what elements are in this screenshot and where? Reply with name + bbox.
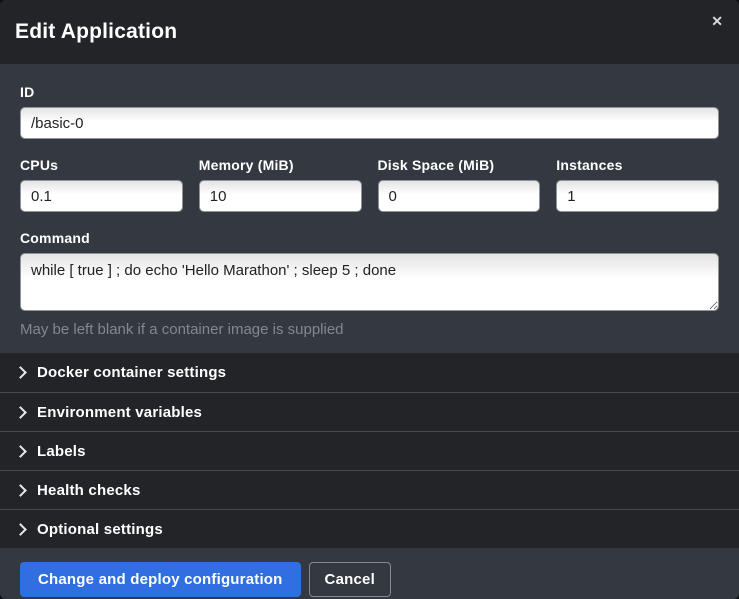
chevron-right-icon (14, 484, 27, 497)
edit-application-modal: Edit Application ✕ ID CPUs Memory (MiB) … (0, 0, 739, 599)
disk-field-group: Disk Space (MiB) (378, 157, 541, 212)
cpus-field-group: CPUs (20, 157, 183, 212)
modal-title: Edit Application (15, 20, 177, 44)
instances-label: Instances (556, 157, 719, 173)
memory-input[interactable] (199, 180, 362, 212)
memory-label: Memory (MiB) (199, 157, 362, 173)
section-optional-settings[interactable]: Optional settings (0, 509, 739, 548)
command-textarea[interactable]: while [ true ] ; do echo 'Hello Marathon… (20, 253, 719, 311)
command-field-group: Command while [ true ] ; do echo 'Hello … (20, 230, 719, 338)
disk-input[interactable] (378, 180, 541, 212)
accordion-sections: Docker container settings Environment va… (0, 353, 739, 548)
section-label: Environment variables (37, 404, 202, 421)
section-label: Docker container settings (37, 364, 226, 381)
instances-field-group: Instances (556, 157, 719, 212)
id-input[interactable] (20, 107, 719, 139)
application-form: ID CPUs Memory (MiB) Disk Space (MiB) In… (0, 64, 739, 353)
section-environment-variables[interactable]: Environment variables (0, 392, 739, 431)
section-label: Labels (37, 443, 86, 460)
section-health-checks[interactable]: Health checks (0, 470, 739, 509)
command-helper-text: May be left blank if a container image i… (20, 321, 719, 338)
cpus-label: CPUs (20, 157, 183, 173)
section-label: Optional settings (37, 521, 163, 538)
chevron-right-icon (14, 445, 27, 458)
cancel-button[interactable]: Cancel (309, 562, 391, 597)
section-label: Health checks (37, 482, 140, 499)
disk-label: Disk Space (MiB) (378, 157, 541, 173)
resources-row: CPUs Memory (MiB) Disk Space (MiB) Insta… (20, 157, 719, 212)
section-labels[interactable]: Labels (0, 431, 739, 470)
id-field-group: ID (20, 84, 719, 139)
chevron-right-icon (14, 406, 27, 419)
chevron-right-icon (14, 523, 27, 536)
instances-input[interactable] (556, 180, 719, 212)
modal-header: Edit Application ✕ (0, 0, 739, 64)
id-label: ID (20, 84, 719, 100)
section-docker-container-settings[interactable]: Docker container settings (0, 353, 739, 392)
cpus-input[interactable] (20, 180, 183, 212)
chevron-right-icon (14, 366, 27, 379)
close-icon[interactable]: ✕ (709, 12, 725, 30)
command-label: Command (20, 230, 719, 246)
change-and-deploy-button[interactable]: Change and deploy configuration (20, 562, 301, 597)
modal-footer: Change and deploy configuration Cancel (0, 548, 739, 599)
memory-field-group: Memory (MiB) (199, 157, 362, 212)
